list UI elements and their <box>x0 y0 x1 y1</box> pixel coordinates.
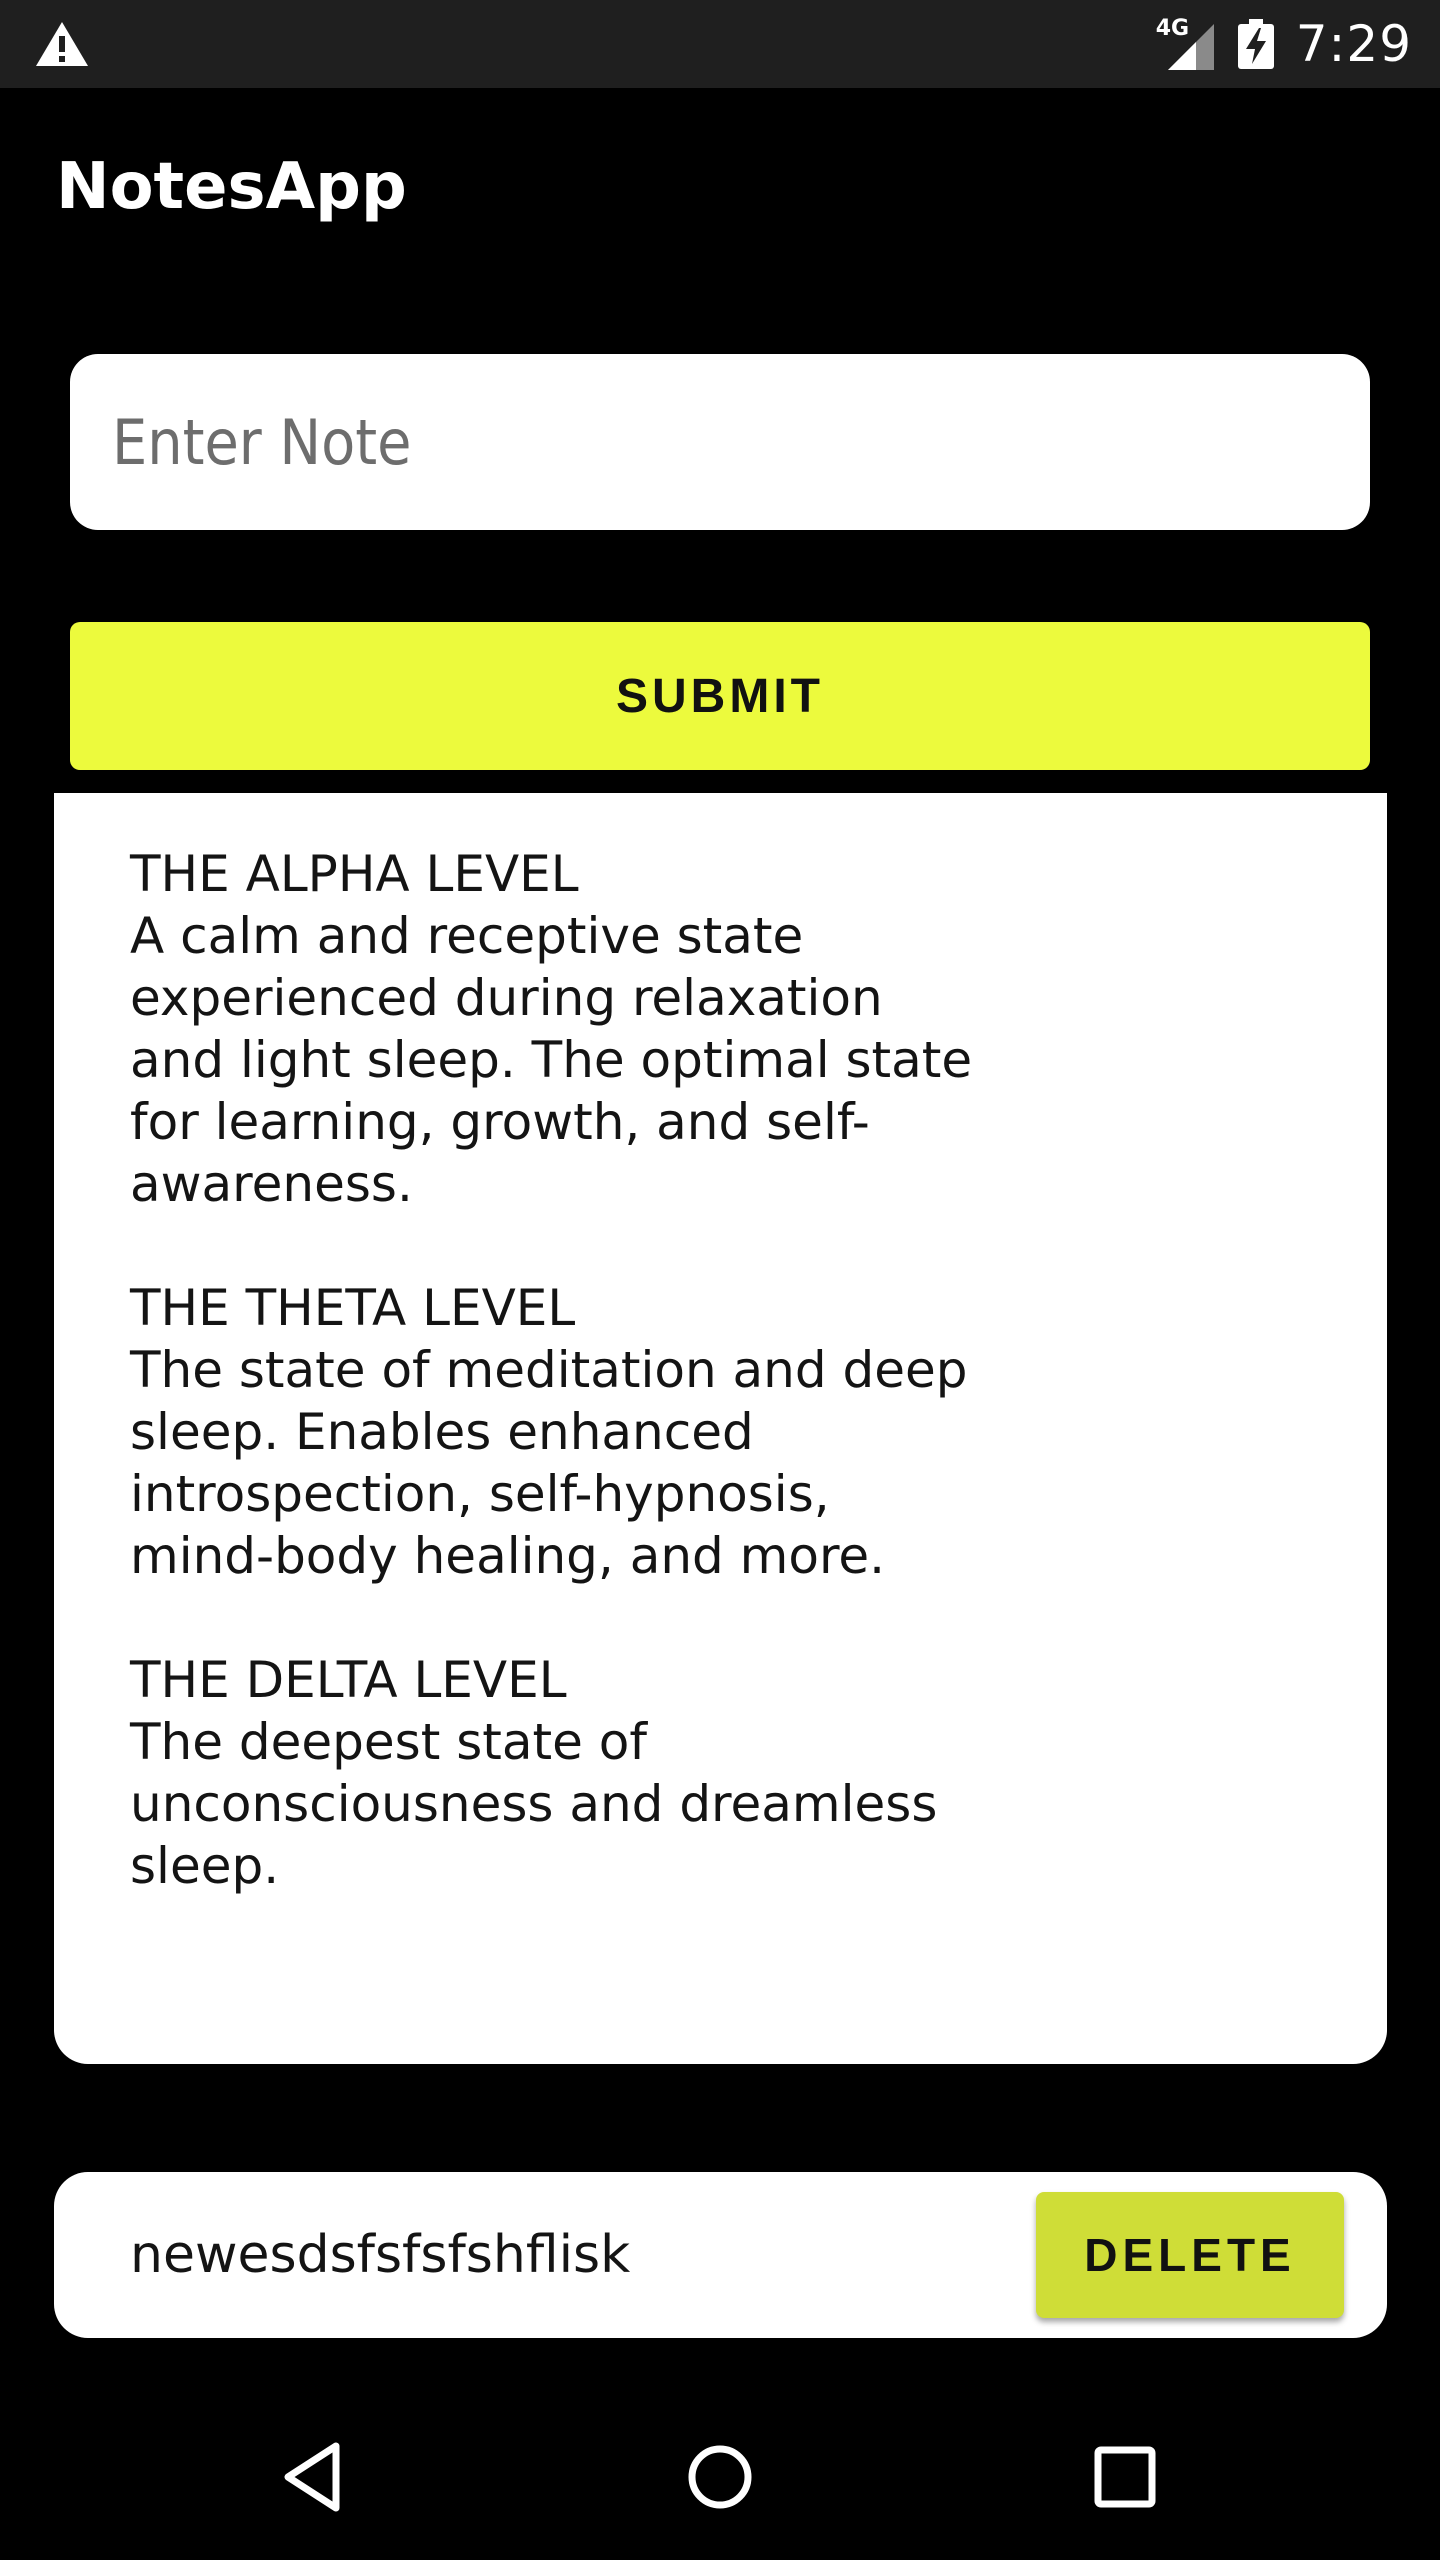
delete-button[interactable]: DELETE <box>1036 2192 1344 2318</box>
submit-button[interactable]: SUBMIT <box>70 622 1370 770</box>
navigation-bar <box>0 2392 1440 2560</box>
network-type-label: 4G <box>1155 16 1190 41</box>
status-icons: 4G 7:29 <box>1156 0 1412 88</box>
note-input[interactable] <box>70 354 1370 530</box>
status-bar: 4G 7:29 <box>0 0 1440 88</box>
note-card[interactable]: awake and alert. THE ALPHA LEVEL A calm … <box>54 793 1387 2064</box>
back-icon[interactable] <box>270 2432 360 2522</box>
home-icon[interactable] <box>675 2432 765 2522</box>
app-bar: NotesApp <box>0 88 1440 288</box>
battery-charging-icon <box>1237 19 1274 69</box>
note-item-text: newesdsfsfsfshflisk <box>130 2225 631 2285</box>
app-title: NotesApp <box>56 150 407 224</box>
status-time: 7:29 <box>1295 15 1412 73</box>
list-item[interactable]: newesdsfsfsfshflisk DELETE <box>54 2172 1387 2338</box>
warning-icon <box>36 22 88 66</box>
recents-icon[interactable] <box>1080 2432 1170 2522</box>
signal-icon: 4G <box>1155 16 1216 70</box>
note-card-text: awake and alert. THE ALPHA LEVEL A calm … <box>130 845 973 1895</box>
